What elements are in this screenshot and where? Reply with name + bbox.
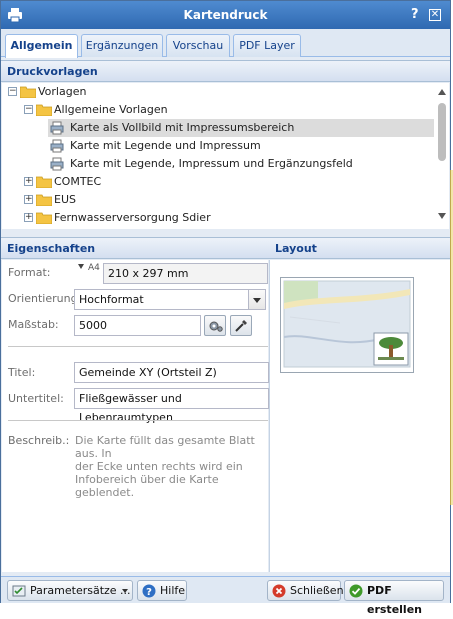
tree-label: Karte mit Legende und Impressum bbox=[70, 139, 261, 152]
format-paper-size[interactable]: A4 bbox=[88, 263, 100, 273]
print-dialog: Kartendruck ? ✕ Allgemein Ergänzungen Vo… bbox=[0, 0, 451, 616]
tree-folder-fernwasserversorgung[interactable]: + Fernwasserversorgung Sdier bbox=[2, 209, 434, 227]
collapse-icon[interactable]: − bbox=[24, 105, 33, 114]
scale-settings-button[interactable] bbox=[204, 315, 226, 336]
separator bbox=[8, 420, 268, 421]
print-template-icon bbox=[50, 157, 64, 171]
gear-icon bbox=[209, 321, 223, 332]
description-line: der Ecke unten rechts wird ein bbox=[75, 460, 243, 473]
templates-header: Druckvorlagen bbox=[1, 60, 450, 82]
title-label: Titel: bbox=[8, 366, 36, 379]
tab-bar: Allgemein Ergänzungen Vorschau PDF Layer bbox=[1, 29, 450, 58]
chevron-down-icon bbox=[253, 298, 261, 303]
print-template-icon bbox=[50, 121, 64, 135]
tree-label: Karte mit Legende, Impressum und Ergänzu… bbox=[70, 157, 353, 170]
scroll-up-icon[interactable] bbox=[438, 89, 446, 95]
title-input[interactable]: Gemeinde XY (Ortsteil Z) bbox=[74, 362, 269, 383]
close-button[interactable]: Schließen bbox=[267, 580, 344, 601]
tab-vorschau[interactable]: Vorschau bbox=[166, 34, 230, 57]
close-icon[interactable]: ✕ bbox=[429, 9, 441, 21]
chevron-down-icon bbox=[122, 589, 128, 593]
description-label: Beschreib.: bbox=[8, 434, 70, 447]
help-label: Hilfe bbox=[160, 584, 186, 597]
tree-label: COMTEC bbox=[54, 175, 102, 188]
tab-pdf-layer[interactable]: PDF Layer bbox=[233, 34, 301, 57]
help-icon: ? bbox=[142, 584, 156, 598]
scale-input[interactable]: 5000 bbox=[74, 315, 201, 336]
tree-folder-allgemeine-vorlagen[interactable]: − Allgemeine Vorlagen bbox=[2, 101, 434, 119]
tree-folder-eus[interactable]: + EUS bbox=[2, 191, 434, 209]
scroll-thumb[interactable] bbox=[438, 103, 446, 161]
parameter-sets-button[interactable]: Parametersätze ... bbox=[7, 580, 133, 601]
tab-allgemein[interactable]: Allgemein bbox=[5, 34, 78, 58]
check-icon bbox=[349, 584, 363, 598]
tree-label: Vorlagen bbox=[38, 85, 87, 98]
svg-text:?: ? bbox=[146, 587, 152, 598]
separator bbox=[8, 346, 268, 347]
close-label: Schließen bbox=[290, 584, 344, 597]
folder-icon bbox=[36, 212, 52, 224]
scale-pick-button[interactable] bbox=[230, 315, 252, 336]
eyedropper-icon bbox=[235, 320, 247, 332]
help-icon[interactable]: ? bbox=[411, 7, 419, 22]
help-button[interactable]: ? Hilfe bbox=[137, 580, 187, 601]
tree-scrollbar[interactable] bbox=[436, 83, 448, 229]
scale-label: Maßstab: bbox=[8, 318, 59, 331]
folder-open-icon bbox=[20, 86, 36, 98]
tree-template-legende-impressum[interactable]: Karte mit Legende und Impressum bbox=[48, 137, 434, 155]
subtitle-input[interactable]: Fließgewässer und Lebenraumtypen bbox=[74, 388, 269, 424]
template-tree: − Vorlagen − Allgemeine Vorlagen Karte a… bbox=[2, 83, 449, 229]
title-bar[interactable]: Kartendruck ? ✕ bbox=[1, 1, 450, 29]
expand-icon[interactable]: + bbox=[24, 195, 33, 204]
description-line: Infobereich über die Karte geblendet. bbox=[75, 473, 219, 499]
tab-ergaenzungen[interactable]: Ergänzungen bbox=[81, 34, 163, 57]
tree-folder-vorlagen[interactable]: − Vorlagen bbox=[2, 83, 434, 101]
parameter-sets-label: Parametersätze ... bbox=[30, 584, 131, 597]
parameter-sets-icon bbox=[12, 585, 26, 597]
subtitle-label: Untertitel: bbox=[8, 392, 64, 405]
expand-icon[interactable]: + bbox=[24, 177, 33, 186]
create-pdf-button[interactable]: PDF erstellen bbox=[344, 580, 444, 616]
scroll-down-icon[interactable] bbox=[438, 213, 446, 219]
create-pdf-label: PDF erstellen bbox=[367, 584, 422, 616]
format-dropdown-icon[interactable] bbox=[78, 264, 84, 269]
window-title: Kartendruck bbox=[183, 8, 268, 22]
orientation-select[interactable]: Hochformat bbox=[74, 289, 249, 310]
orientation-dropdown-button[interactable] bbox=[248, 289, 266, 310]
tree-template-legende-impressum-ergaenzung[interactable]: Karte mit Legende, Impressum und Ergänzu… bbox=[48, 155, 434, 173]
orientation-label: Orientierung: bbox=[8, 292, 82, 305]
folder-icon bbox=[36, 176, 52, 188]
tree-label: Karte als Vollbild mit Impressumsbereich bbox=[70, 121, 295, 134]
bottom-toolbar: Parametersätze ... ? Hilfe Schließen PDF… bbox=[1, 576, 450, 616]
properties-panel: Format: A4 210 x 297 mm Orientierung: Ho… bbox=[2, 260, 270, 572]
properties-header: Eigenschaften bbox=[1, 237, 269, 259]
description-line: Die Karte füllt das gesamte Blatt aus. I… bbox=[75, 434, 255, 460]
print-template-icon bbox=[50, 139, 64, 153]
close-icon bbox=[272, 584, 286, 598]
description-text: Die Karte füllt das gesamte Blatt aus. I… bbox=[75, 434, 270, 499]
layout-header: Layout bbox=[269, 237, 450, 259]
tree-label: Allgemeine Vorlagen bbox=[54, 103, 168, 116]
format-field: 210 x 297 mm bbox=[103, 263, 268, 284]
format-label: Format: bbox=[8, 266, 51, 279]
folder-open-icon bbox=[36, 104, 52, 116]
tree-template-vollbild[interactable]: Karte als Vollbild mit Impressumsbereich bbox=[48, 119, 434, 137]
tree-label: Fernwasserversorgung Sdier bbox=[54, 211, 211, 224]
expand-icon[interactable]: + bbox=[24, 213, 33, 222]
tree-folder-comtec[interactable]: + COMTEC bbox=[2, 173, 434, 191]
layout-preview-image bbox=[280, 277, 414, 373]
layout-panel bbox=[269, 260, 450, 572]
folder-icon bbox=[36, 194, 52, 206]
collapse-icon[interactable]: − bbox=[8, 87, 17, 96]
tree-label: EUS bbox=[54, 193, 76, 206]
